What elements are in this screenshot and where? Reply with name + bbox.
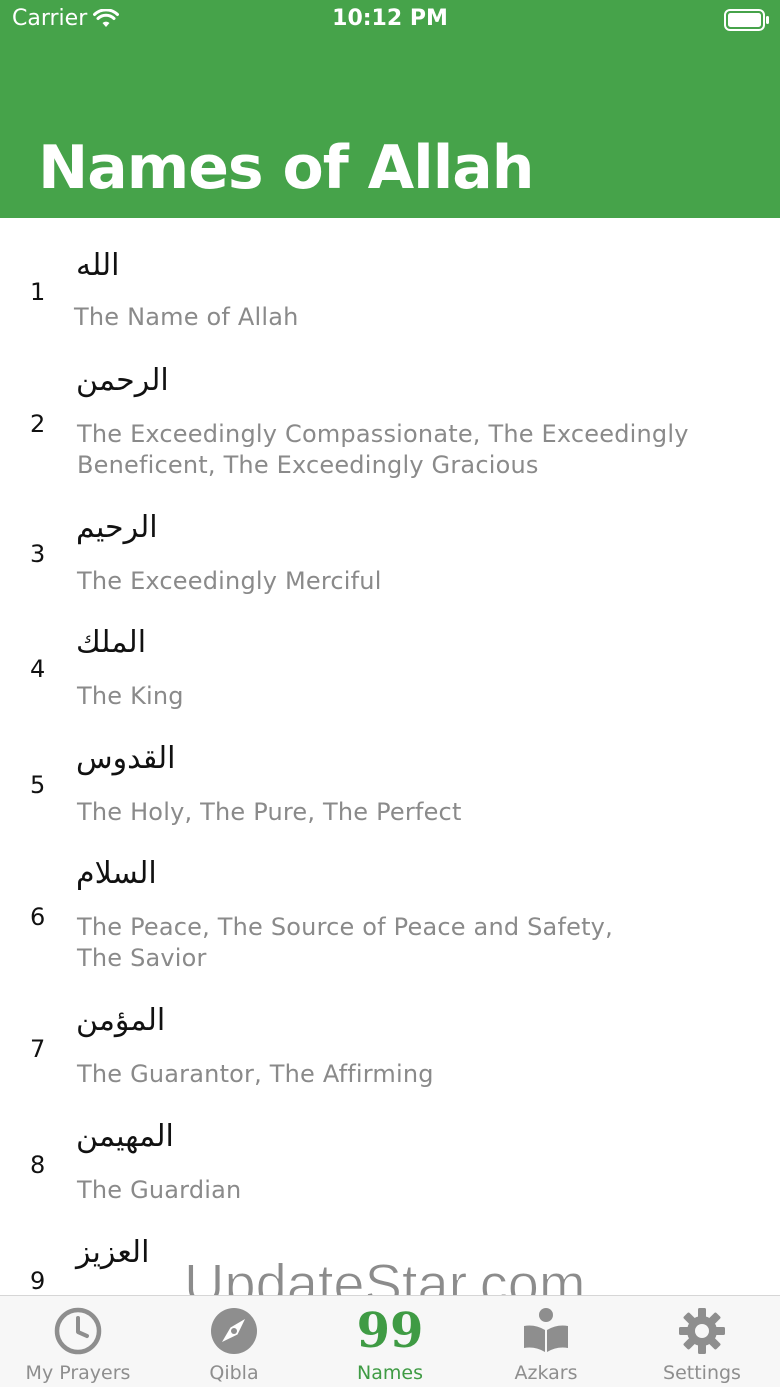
gear-icon (675, 1304, 729, 1358)
name-arabic: العزيز (76, 1235, 150, 1270)
battery-icon (724, 9, 769, 31)
name-arabic: المؤمن (76, 1003, 166, 1038)
list-item[interactable]: 5 القدوس The Holy, The Pure, The Perfect (0, 711, 780, 826)
status-bar: Carrier 10:12 PM (0, 0, 780, 40)
list-item[interactable]: 8 المهيمن The Guardian (0, 1089, 780, 1205)
name-number: 8 (30, 1151, 46, 1179)
name-arabic: الرحيم (76, 510, 158, 545)
tab-label: Names (357, 1362, 423, 1384)
name-arabic: الرحمن (76, 363, 169, 398)
name-arabic: المهيمن (76, 1119, 174, 1154)
name-arabic: السلام (76, 856, 157, 891)
name-number: 3 (30, 540, 46, 568)
list-item[interactable]: 2 الرحمن The Exceedingly Compassionate, … (0, 333, 780, 480)
name-number: 1 (30, 278, 46, 306)
list-item[interactable]: 1 الله The Name of Allah (0, 218, 780, 333)
clock-icon (51, 1304, 105, 1358)
name-meaning: The Guarantor, The Affirming (77, 1060, 434, 1088)
tab-label: Settings (663, 1362, 741, 1384)
status-time: 10:12 PM (332, 6, 448, 31)
name-number: 2 (30, 410, 46, 438)
name-meaning: The Peace, The Source of Peace and Safet… (77, 913, 613, 972)
tab-bar: My Prayers Qibla 99 Names Azkars Setting… (0, 1295, 780, 1387)
names-glyph: 99 (356, 1303, 424, 1359)
tab-settings[interactable]: Settings (624, 1296, 780, 1387)
compass-icon (207, 1304, 261, 1358)
header: Carrier 10:12 PM Names of Allah (0, 0, 780, 218)
name-arabic: الملك (76, 625, 147, 660)
list-item[interactable]: 7 المؤمن The Guarantor, The Affirming (0, 973, 780, 1089)
app-screen: Carrier 10:12 PM Names of Allah 1 الله T… (0, 0, 780, 1387)
name-number: 9 (30, 1267, 46, 1295)
list-item[interactable]: 9 العزيز (0, 1205, 780, 1295)
name-meaning: The Exceedingly Compassionate, The Excee… (77, 420, 689, 479)
tab-azkars[interactable]: Azkars (468, 1296, 624, 1387)
name-number: 5 (30, 771, 46, 799)
list-item[interactable]: 6 السلام The Peace, The Source of Peace … (0, 826, 780, 973)
name-arabic: القدوس (76, 741, 176, 776)
name-meaning: The Guardian (77, 1176, 242, 1204)
names-list[interactable]: 1 الله The Name of Allah 2 الرحمن The Ex… (0, 218, 780, 1295)
tab-my-prayers[interactable]: My Prayers (0, 1296, 156, 1387)
name-number: 7 (30, 1035, 46, 1063)
page-title: Names of Allah (38, 133, 535, 203)
name-number: 4 (30, 655, 46, 683)
tab-label: My Prayers (25, 1362, 131, 1384)
name-meaning: The Holy, The Pure, The Perfect (77, 798, 462, 826)
name-arabic: الله (76, 248, 120, 283)
name-meaning: The King (77, 682, 184, 710)
tab-label: Azkars (514, 1362, 578, 1384)
99-icon: 99 (357, 1304, 424, 1358)
tab-qibla[interactable]: Qibla (156, 1296, 312, 1387)
list-item[interactable]: 4 الملك The King (0, 595, 780, 711)
book-reader-icon (519, 1304, 573, 1358)
tab-names[interactable]: 99 Names (312, 1296, 468, 1387)
name-meaning: The Exceedingly Merciful (77, 567, 382, 595)
tab-label: Qibla (209, 1362, 259, 1384)
name-meaning: The Name of Allah (74, 303, 299, 331)
list-item[interactable]: 3 الرحيم The Exceedingly Merciful (0, 480, 780, 595)
name-number: 6 (30, 903, 46, 931)
